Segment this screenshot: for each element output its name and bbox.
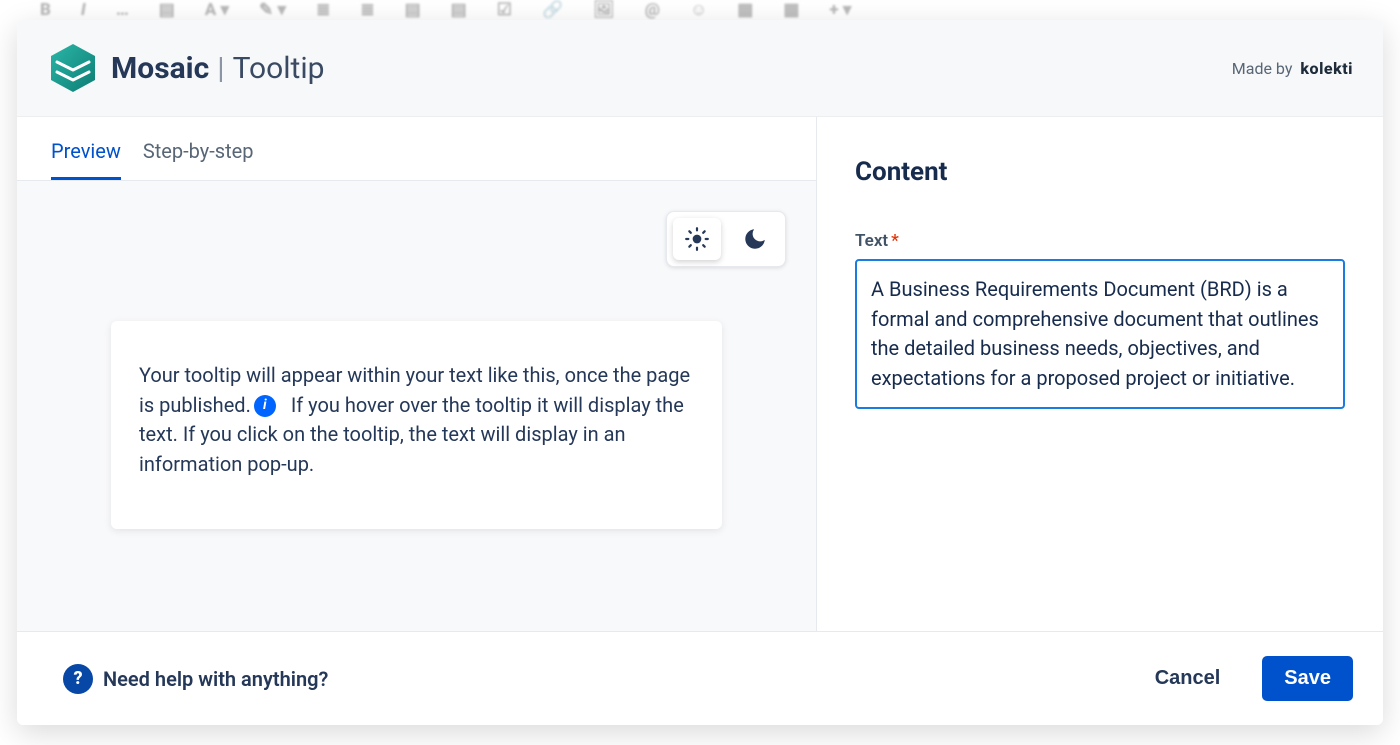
- left-panel: Preview Step-by-step: [17, 117, 817, 631]
- cancel-button[interactable]: Cancel: [1133, 656, 1243, 701]
- text-input[interactable]: [855, 259, 1345, 409]
- tabs: Preview Step-by-step: [17, 117, 816, 181]
- made-by: Made by kolekti: [1232, 59, 1353, 78]
- help-link[interactable]: ? Need help with anything?: [63, 664, 328, 694]
- modal-header: Mosaic | Tooltip Made by kolekti: [17, 20, 1383, 117]
- info-icon[interactable]: i: [254, 395, 276, 417]
- theme-light-button[interactable]: [673, 218, 721, 260]
- theme-dark-button[interactable]: [731, 218, 779, 260]
- footer-actions: Cancel Save: [1133, 656, 1353, 701]
- save-button[interactable]: Save: [1262, 656, 1353, 701]
- brand-subtitle: Tooltip: [233, 51, 325, 86]
- tab-preview[interactable]: Preview: [51, 139, 121, 180]
- content-panel: Content Text*: [817, 117, 1383, 631]
- content-heading: Content: [855, 157, 1345, 187]
- help-icon: ?: [63, 664, 93, 694]
- tooltip-config-modal: Mosaic | Tooltip Made by kolekti Preview…: [17, 20, 1383, 725]
- modal-footer: ? Need help with anything? Cancel Save: [17, 631, 1383, 725]
- modal-body: Preview Step-by-step: [17, 117, 1383, 631]
- sun-icon: [684, 226, 710, 252]
- modal-title: Mosaic | Tooltip: [111, 51, 324, 86]
- kolekti-wordmark: kolekti: [1300, 59, 1353, 78]
- required-asterisk: *: [891, 231, 899, 251]
- tab-step-by-step[interactable]: Step-by-step: [143, 139, 254, 180]
- made-by-prefix: Made by: [1232, 59, 1293, 78]
- brand-separator: |: [217, 51, 224, 86]
- preview-area: Your tooltip will appear within your tex…: [17, 181, 816, 631]
- text-field-label: Text*: [855, 231, 1345, 251]
- help-text: Need help with anything?: [103, 667, 328, 691]
- theme-toggle: [666, 211, 786, 267]
- brand: Mosaic | Tooltip: [47, 42, 324, 94]
- mosaic-logo-icon: [47, 42, 99, 94]
- brand-name: Mosaic: [111, 51, 209, 86]
- editor-toolbar-background: BI…▤A ▾✎ ▾ ≣≣▤▤☑🔗🖼 @☺▦▦+ ▾: [0, 0, 1400, 20]
- moon-icon: [742, 226, 768, 252]
- preview-card: Your tooltip will appear within your tex…: [111, 321, 722, 529]
- text-label-text: Text: [855, 231, 888, 251]
